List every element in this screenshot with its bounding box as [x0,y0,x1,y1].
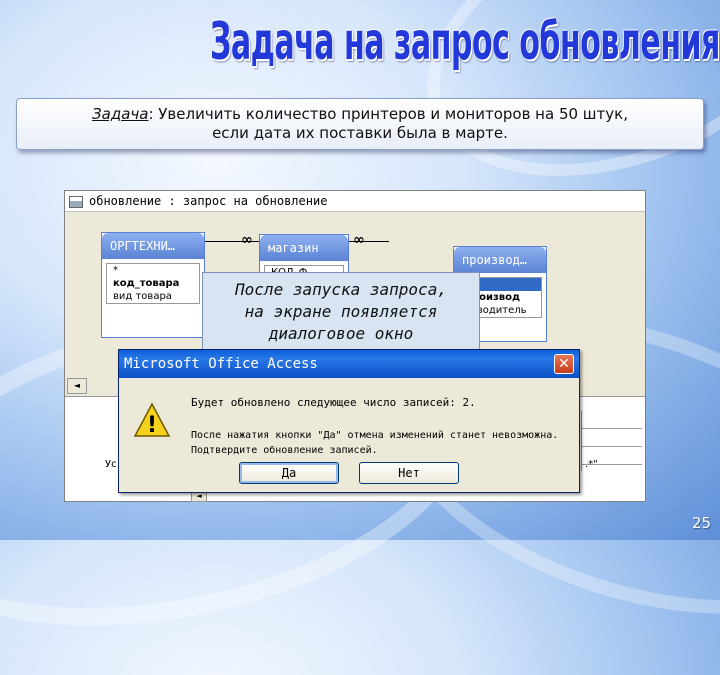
task-line-2: если дата их поставки была в марте. [212,124,508,142]
callout-line: После запуска запроса, [235,280,447,299]
callout-note: После запуска запроса, на экране появляе… [202,272,480,354]
relation-many-symbol: ∞ [241,232,253,248]
callout-line: на экране появляется [244,302,438,321]
query-window-title: обновление : запрос на обновление [89,194,328,208]
task-label: Задача [92,105,149,123]
relation-many-symbol: ∞ [353,232,365,248]
field-list-title: ОРГТЕХНИ… [102,233,204,259]
dialog-details-line: Подтвердите обновление записей. [191,445,378,456]
field-list-body: * код_товара вид товара [106,263,200,304]
dialog-title: Microsoft Office Access [124,356,318,372]
field-item[interactable]: * [107,264,199,277]
query-icon [69,195,83,208]
task-box: Задача: Увеличить количество принтеров и… [16,98,704,150]
grid-cell[interactable]: .*" [585,459,598,470]
field-item[interactable]: код_товара [107,277,199,290]
query-window-title-bar[interactable]: обновление : запрос на обновление [65,191,645,212]
confirm-update-dialog: Microsoft Office Access ✕ ! Будет обновл… [118,349,580,493]
dialog-message: Будет обновлено следующее число записей:… [191,396,476,409]
grid-row-label: Ус [105,459,117,470]
warning-icon: ! [133,402,171,438]
dialog-details: После нажатия кнопки "Да" отмена изменен… [191,428,571,458]
slide-title: Задача на запрос обновления [210,12,720,72]
dialog-details-line: После нажатия кнопки "Да" отмена изменен… [191,430,559,441]
task-text-1: : Увеличить количество принтеров и монит… [148,105,628,123]
close-button[interactable]: ✕ [554,354,574,374]
field-list-title: магазин [260,235,348,261]
close-icon: ✕ [558,356,570,372]
no-button[interactable]: Нет [359,462,459,484]
dialog-title-bar[interactable]: Microsoft Office Access [119,350,579,378]
task-line-1: Задача: Увеличить количество принтеров и… [17,105,703,124]
callout-line: диалоговое окно [268,324,414,343]
field-list-orgtechnika[interactable]: ОРГТЕХНИ… * код_товара вид товара [101,232,205,338]
scroll-left-arrow[interactable]: ◄ [67,378,87,394]
field-list-title: производ… [454,247,546,273]
relation-line [205,241,261,242]
page-number: 25 [692,514,712,532]
field-item[interactable]: вид товара [107,290,199,303]
warning-symbol: ! [147,413,157,438]
relation-line [349,241,389,242]
yes-button[interactable]: Да [239,462,339,484]
